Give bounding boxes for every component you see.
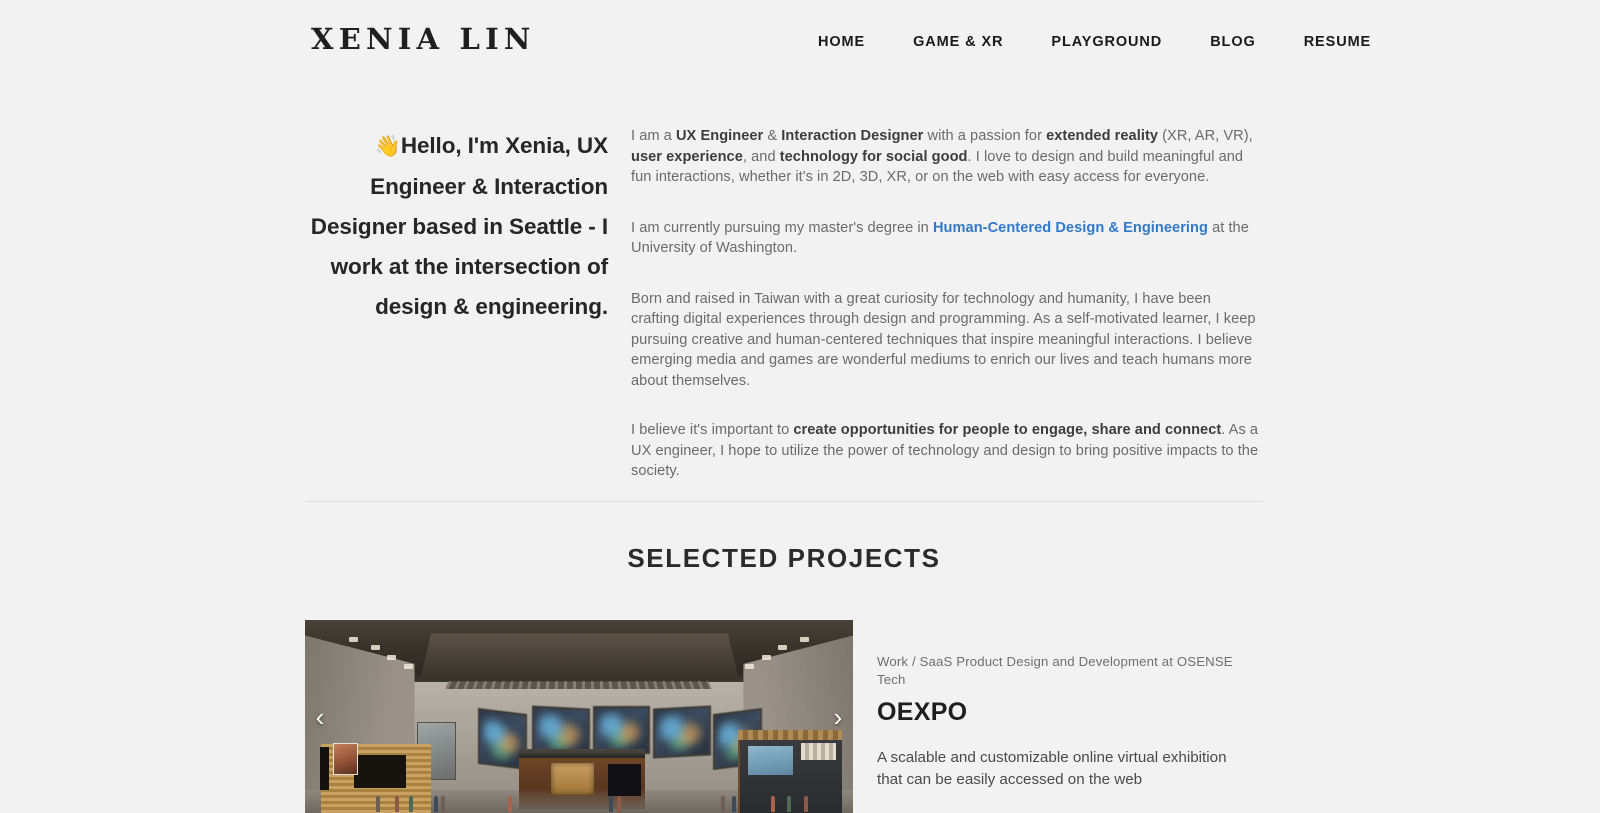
- project-title[interactable]: OEXPO: [877, 698, 1263, 727]
- nav-item-resume[interactable]: RESUME: [1304, 30, 1371, 54]
- nav-item-playground[interactable]: PLAYGROUND: [1051, 30, 1162, 54]
- featured-project: ‹ › Work / SaaS Product Design and Devel…: [305, 620, 1263, 813]
- intro-paragraph-4: I believe it's important to create oppor…: [631, 420, 1263, 482]
- page-title: 👋Hello, I'm Xenia, UX Engineer & Interac…: [305, 126, 608, 327]
- main-navigation: HOME GAME & XR PLAYGROUND BLOG RESUME: [818, 30, 1371, 54]
- p1-t5: , and: [742, 148, 780, 165]
- intro-body-column: I am a UX Engineer & Interaction Designe…: [608, 126, 1263, 482]
- p1-b5: technology for social good: [779, 148, 968, 165]
- waving-hand-icon: 👋: [374, 135, 401, 158]
- p1-t3: with a passion for: [923, 128, 1047, 144]
- p1-t2: &: [763, 128, 782, 144]
- headline-text: Hello, I'm Xenia, UX Engineer & Interact…: [310, 133, 608, 319]
- nav-item-blog[interactable]: BLOG: [1210, 30, 1256, 54]
- exhibition-hall-image: [305, 620, 853, 813]
- intro-headline-column: 👋Hello, I'm Xenia, UX Engineer & Interac…: [305, 126, 608, 327]
- carousel-prev-icon[interactable]: ‹: [307, 700, 333, 734]
- project-description: A scalable and customizable online virtu…: [877, 749, 1227, 788]
- intro-paragraph-1: I am a UX Engineer & Interaction Designe…: [631, 126, 1263, 188]
- p1-b1: UX Engineer: [675, 128, 764, 144]
- intro-section: 👋Hello, I'm Xenia, UX Engineer & Interac…: [305, 126, 1263, 482]
- intro-paragraph-3: Born and raised in Taiwan with a great c…: [631, 290, 1256, 389]
- p1-b4: user experience: [631, 148, 743, 165]
- carousel-next-icon[interactable]: ›: [825, 700, 851, 734]
- p2-t1: I am currently pursuing my master's degr…: [631, 219, 933, 236]
- p1-b3: extended reality: [1046, 128, 1159, 144]
- intro-paragraph-2: I am currently pursuing my master's degr…: [631, 218, 1263, 259]
- p4-b1: create opportunities for people to engag…: [793, 422, 1222, 438]
- nav-item-home[interactable]: HOME: [818, 30, 865, 54]
- p1-t4: (XR, AR, VR),: [1158, 128, 1253, 144]
- nav-item-game-xr[interactable]: GAME & XR: [913, 30, 1003, 54]
- site-logo[interactable]: XENIA LIN: [311, 22, 536, 56]
- p4-t1: I believe it's important to: [631, 422, 794, 438]
- section-divider: [305, 501, 1263, 502]
- selected-projects-heading: SELECTED PROJECTS: [627, 543, 941, 573]
- project-details: Work / SaaS Product Design and Developme…: [853, 620, 1263, 791]
- project-category: Work / SaaS Product Design and Developme…: [877, 654, 1233, 687]
- project-image-carousel[interactable]: ‹ ›: [305, 620, 853, 813]
- p1-t1: I am a: [631, 128, 676, 144]
- p1-b2: Interaction Designer: [781, 128, 924, 144]
- hcde-program-link[interactable]: Human-Centered Design & Engineering: [933, 220, 1208, 236]
- site-header: XENIA LIN HOME GAME & XR PLAYGROUND BLOG…: [0, 0, 1600, 84]
